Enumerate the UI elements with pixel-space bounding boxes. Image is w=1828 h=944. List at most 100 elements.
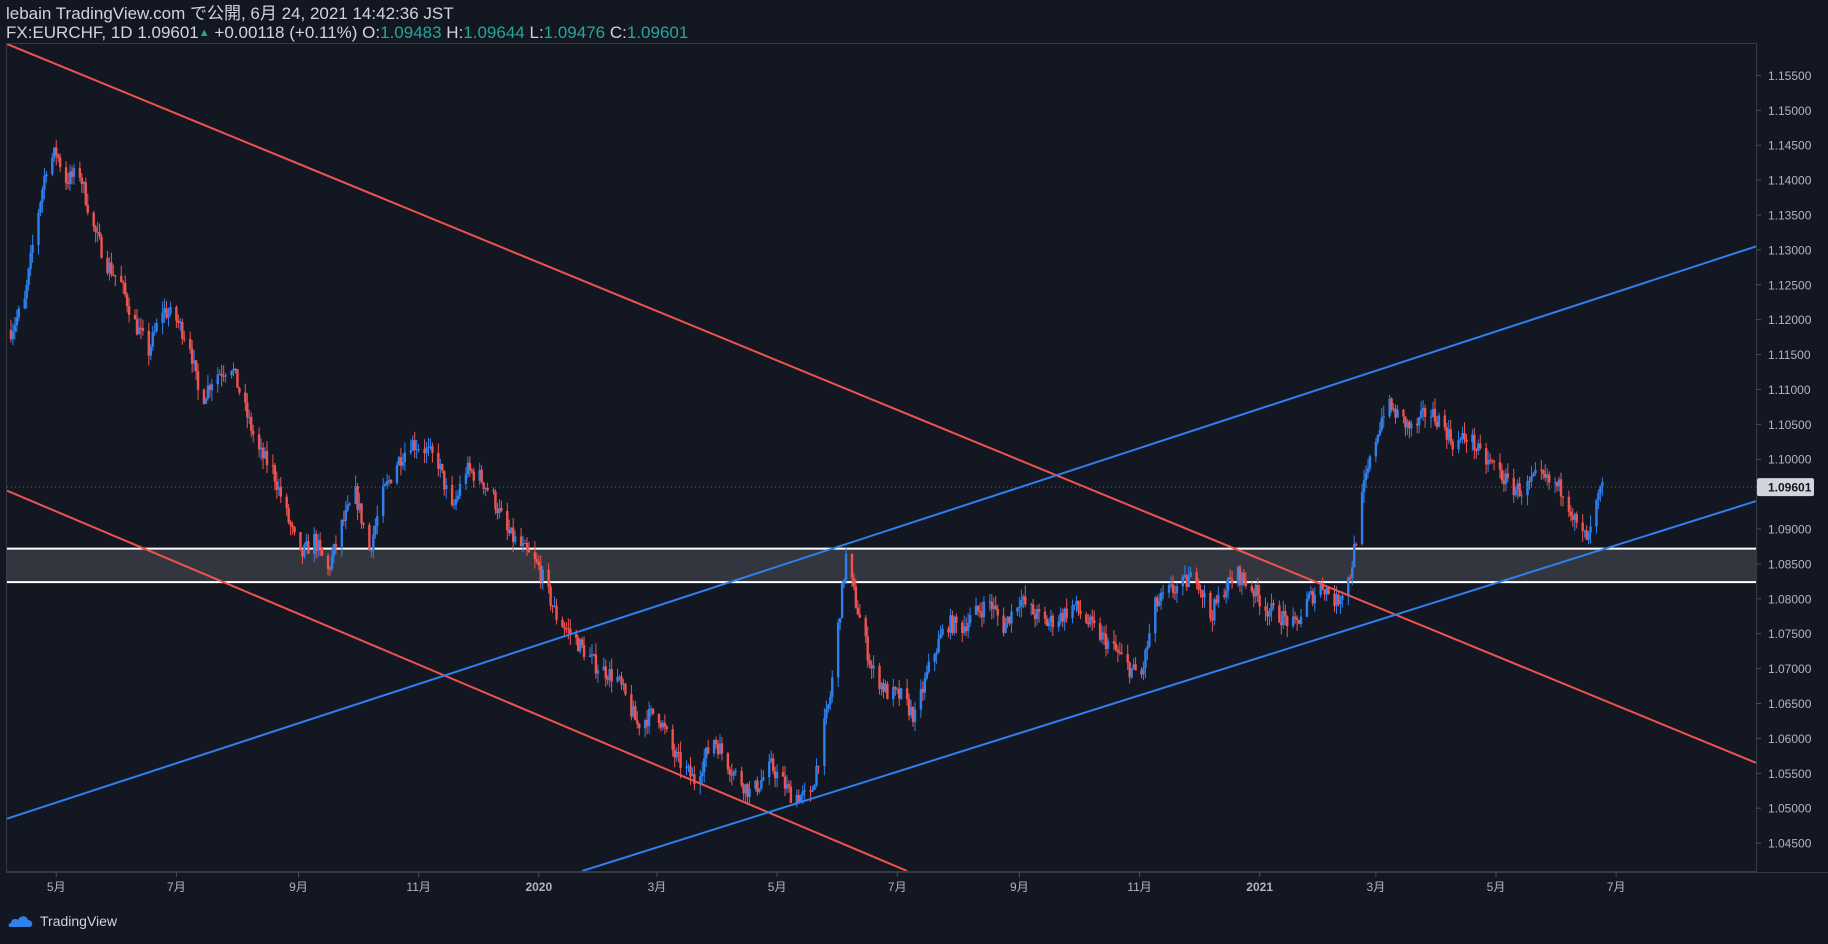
price-tick-label: 1.08500 [1768,557,1812,571]
candle-body [1295,618,1299,621]
candle-body [1018,606,1021,608]
candle-body [1043,611,1047,619]
candle-body [1341,595,1344,600]
candle-body [781,772,785,777]
candle-body [1037,609,1041,612]
candle-body [1020,600,1023,607]
candle-body [836,622,840,678]
candle-body [1146,646,1149,650]
candle-body [647,708,651,727]
candle-body [92,212,95,227]
candle-body [285,496,288,509]
candle-body [844,553,848,580]
candle-body [1230,579,1234,584]
candle-body [1569,511,1573,516]
candle-body [561,619,564,627]
candle-body [1293,616,1297,619]
candle-body [27,268,30,285]
candle-body [1197,582,1200,590]
candle-body [817,765,820,767]
candle-body [610,669,613,682]
candle-body [905,688,909,699]
candle-body [389,479,393,484]
price-tick-label: 1.06500 [1768,697,1812,711]
price-tick-label: 1.06000 [1768,732,1812,746]
price-tick-label: 1.11000 [1768,383,1811,397]
candle-body [1559,479,1563,497]
candle-body [450,484,454,505]
candle-body [57,155,60,158]
candle-body [1299,616,1303,624]
candle-body [348,503,351,505]
candle-body [39,202,42,213]
candle-body [703,758,706,773]
candle-body [1244,581,1248,587]
candle-body [1024,596,1027,605]
price-chart[interactable]: 1.04500 1.05000 1.05500 1.06000 1.06500 1.070… [0,0,1828,939]
candle-body [210,384,214,391]
candle-body [762,777,765,781]
candle-body [679,752,682,768]
candle-body [1085,614,1088,623]
candle-body [1339,599,1342,605]
candle-body [293,527,296,533]
candle-body [133,314,137,320]
chart-area[interactable]: 1.04500 1.05000 1.05500 1.06000 1.06500 1.070… [0,0,1828,939]
candle-body [273,465,277,482]
time-tick-label: 2021 [1246,880,1273,894]
candle-body [17,308,21,318]
candle-body [11,331,15,340]
candle-body [155,323,158,331]
candle-body [1057,621,1060,628]
candle-body [220,373,223,376]
candle-body [549,586,552,606]
candle-body [372,534,375,551]
candle-body [328,568,332,570]
candle-body [1284,611,1287,617]
candle-body [287,508,290,523]
candle-body [120,275,123,283]
candle-body [588,655,592,657]
candle-body [1167,584,1171,593]
footer-brand[interactable]: TradingView [8,913,117,929]
price-tick-label: 1.13500 [1768,208,1812,222]
trendline-upper-red[interactable] [7,44,1756,764]
candle-body [1542,470,1545,474]
candle-body [1258,595,1261,607]
candle-body [886,683,889,699]
candle-body [1366,468,1370,473]
candle-body [624,683,627,695]
candle-body [1130,668,1133,678]
candle-body [1187,576,1190,587]
candle-body [596,670,600,674]
candle-body [1449,429,1452,442]
time-tick-label: 3月 [648,880,667,894]
candle-body [506,510,509,531]
candle-body [1242,572,1246,582]
trendline-upper-blue[interactable] [7,245,1756,820]
candle-body [1077,600,1080,611]
candle-body [866,636,869,661]
candle-body [151,332,154,347]
last-price-tag-label: 1.09601 [1768,481,1812,495]
candle-body [758,788,761,792]
candle-body [383,484,387,486]
candle-body [1228,577,1232,580]
candle-body [803,790,806,792]
candle-body [827,704,830,709]
candle-body [1567,496,1571,512]
candle-body [45,174,48,177]
candle-body [299,532,302,550]
candle-body [1120,652,1123,654]
candle-body [1116,649,1120,653]
candle-body [768,761,771,778]
price-tick-label: 1.09000 [1768,523,1812,537]
candle-body [978,610,982,613]
price-tick-label: 1.15000 [1768,104,1812,118]
candle-body [376,516,379,526]
price-tick-label: 1.14500 [1768,139,1812,153]
candle-body [167,313,170,318]
candle-body [685,766,688,768]
candle-body [381,485,385,517]
candle-body [1073,604,1076,606]
